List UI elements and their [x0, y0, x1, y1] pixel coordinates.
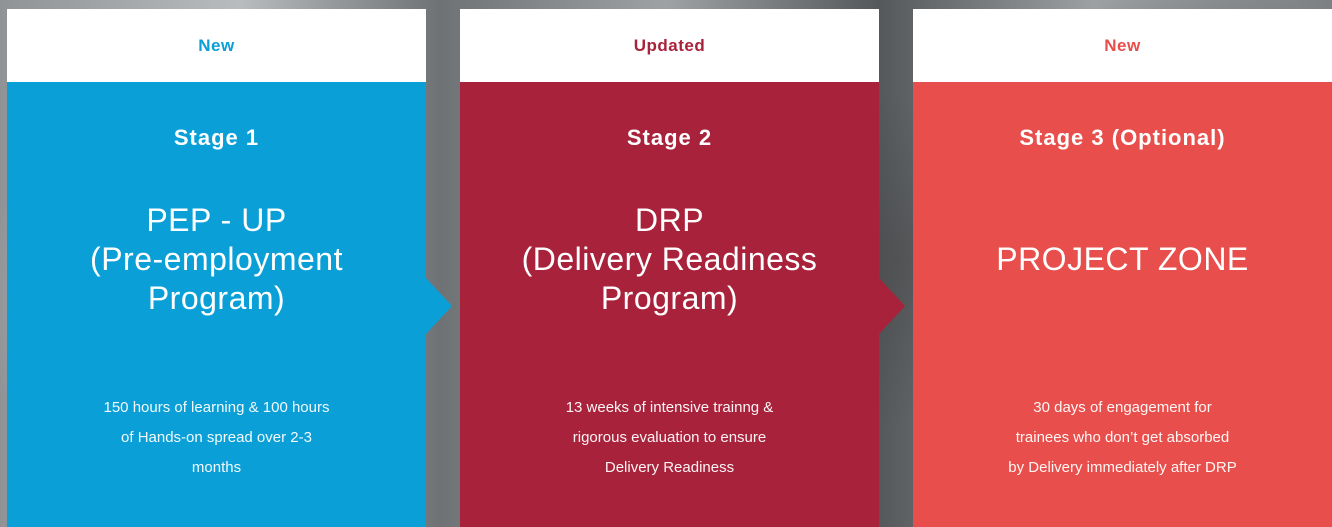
- stage-2-description: 13 weeks of intensive trainng & rigorous…: [525, 393, 815, 483]
- stage-1-badge-label: New: [198, 35, 235, 55]
- stage-2-title-line: Program): [600, 280, 739, 316]
- stage-3-title: PROJECT ZONE: [913, 240, 1332, 279]
- stage-3-badge: New: [913, 9, 1332, 82]
- stage-3-desc-line: trainees who don’t get absorbed: [1015, 429, 1230, 446]
- stage-1-badge: New: [7, 9, 426, 82]
- stage-2-desc-line: Delivery Readiness: [604, 459, 735, 476]
- stage-2-desc-line: 13 weeks of intensive trainng &: [565, 399, 774, 416]
- stage-1-arrow: [426, 278, 452, 334]
- stage-1-title-line: Program): [147, 280, 286, 316]
- stage-2-title: DRP (Delivery Readiness Program): [460, 201, 879, 318]
- stage-2-badge: Updated: [460, 9, 879, 82]
- stage-2-desc-line: rigorous evaluation to ensure: [572, 429, 767, 446]
- stage-2-heading: Stage 2: [626, 125, 713, 150]
- stage-3-card: New Stage 3 (Optional) PROJECT ZONE 30 d…: [913, 9, 1332, 527]
- stage-2-card: Updated Stage 2 DRP (Delivery Readiness …: [460, 9, 879, 527]
- stage-2-title-line: DRP: [634, 202, 705, 238]
- stage-3-badge-label: New: [1104, 35, 1141, 55]
- stage-2-arrow: [879, 278, 905, 334]
- stage-1-title-line: (Pre-employment: [90, 241, 343, 277]
- stage-3-desc-line: 30 days of engagement for: [1033, 399, 1212, 416]
- stage-1-desc-line: 150 hours of learning & 100 hours: [103, 399, 330, 416]
- stage-1-desc-line: months: [191, 459, 242, 476]
- stage-2-title-line: (Delivery Readiness: [521, 241, 818, 277]
- stage-3-description: 30 days of engagement for trainees who d…: [978, 393, 1268, 483]
- stage-2-badge-label: Updated: [633, 35, 706, 55]
- stage-1-heading: Stage 1: [173, 125, 260, 150]
- stage-1-title: PEP - UP (Pre-employment Program): [7, 201, 426, 318]
- stage-3-heading: Stage 3 (Optional): [1019, 125, 1226, 150]
- stage-3-title-line: PROJECT ZONE: [996, 241, 1249, 277]
- stage-1-description: 150 hours of learning & 100 hours of Han…: [72, 393, 362, 483]
- stage-1-title-line: PEP - UP: [146, 202, 287, 238]
- stage-1-desc-line: of Hands-on spread over 2-3: [121, 429, 312, 446]
- stage-3-desc-line: by Delivery immediately after DRP: [1008, 459, 1237, 476]
- stage-1-card: New Stage 1 PEP - UP (Pre-employment Pro…: [7, 9, 426, 527]
